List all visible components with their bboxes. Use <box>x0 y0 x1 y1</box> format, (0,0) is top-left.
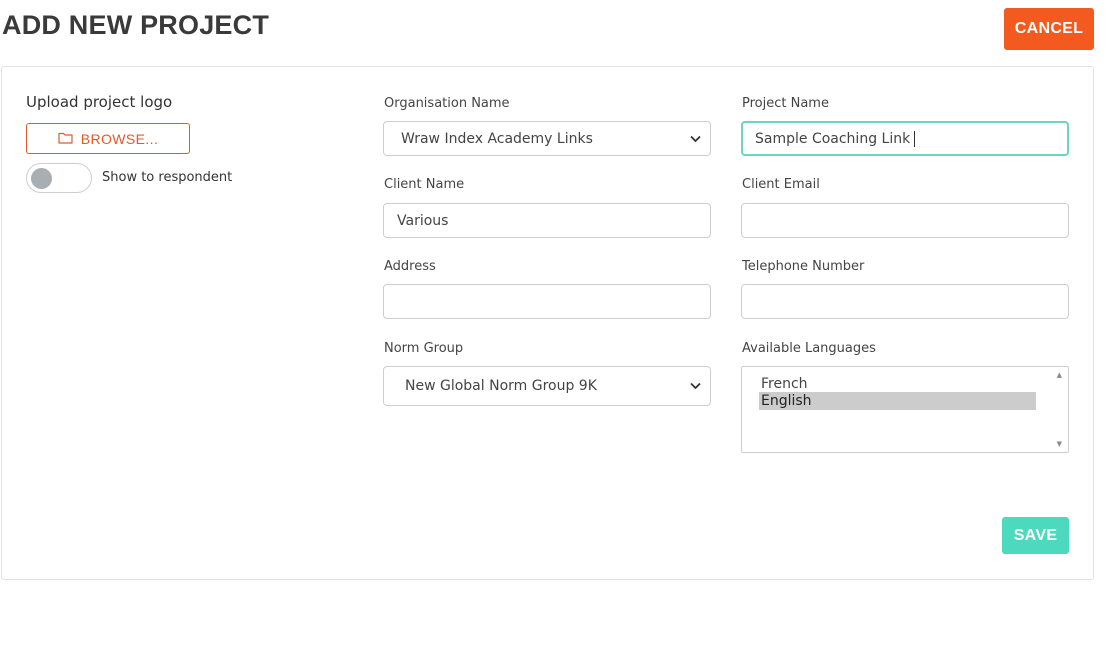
project-name-input[interactable]: Sample Coaching Link <box>741 121 1069 156</box>
client-name-input[interactable]: Various <box>383 203 711 238</box>
available-languages-label: Available Languages <box>742 341 876 356</box>
address-label: Address <box>384 259 436 274</box>
organisation-name-label: Organisation Name <box>384 96 510 111</box>
client-name-label: Client Name <box>384 177 465 192</box>
project-name-value: Sample Coaching Link <box>755 130 911 147</box>
norm-group-label: Norm Group <box>384 341 464 356</box>
chevron-down-icon <box>690 135 701 142</box>
browse-button[interactable]: BROWSE... <box>26 123 190 154</box>
telephone-input[interactable] <box>741 284 1069 319</box>
available-languages-listbox[interactable]: French English ▲ ▼ <box>741 366 1069 453</box>
telephone-label: Telephone Number <box>742 259 865 274</box>
language-option-french[interactable]: French <box>759 375 1036 393</box>
scroll-up-icon[interactable]: ▲ <box>1057 371 1062 379</box>
address-input[interactable] <box>383 284 711 319</box>
client-email-label: Client Email <box>742 177 820 192</box>
norm-group-select[interactable]: New Global Norm Group 9K <box>383 366 711 406</box>
page-title: ADD NEW PROJECT <box>2 10 270 40</box>
browse-label: BROWSE... <box>80 130 159 147</box>
toggle-label: Show to respondent <box>102 170 233 185</box>
chevron-down-icon <box>690 382 701 390</box>
folder-icon <box>58 131 73 147</box>
organisation-name-select[interactable]: Wraw Index Academy Links <box>383 121 711 156</box>
text-cursor <box>914 130 916 147</box>
project-name-label: Project Name <box>742 96 829 111</box>
toggle-knob <box>31 168 52 189</box>
client-email-input[interactable] <box>741 203 1069 238</box>
cancel-button[interactable]: CANCEL <box>1004 8 1094 50</box>
client-name-value: Various <box>397 212 449 229</box>
language-option-english[interactable]: English <box>759 392 1036 410</box>
save-button[interactable]: SAVE <box>1002 517 1069 554</box>
norm-group-value: New Global Norm Group 9K <box>405 378 597 394</box>
upload-logo-label: Upload project logo <box>26 93 173 111</box>
scroll-down-icon[interactable]: ▼ <box>1057 440 1062 448</box>
organisation-name-value: Wraw Index Academy Links <box>401 130 593 147</box>
show-to-respondent-toggle[interactable] <box>26 163 92 193</box>
